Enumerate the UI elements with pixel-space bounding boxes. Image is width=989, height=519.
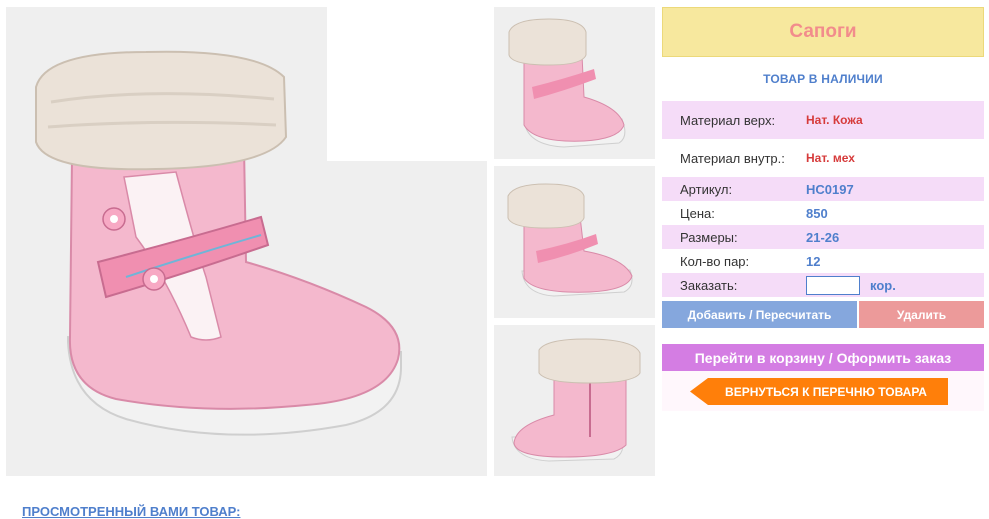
quantity-input[interactable] [806, 275, 860, 295]
thumbnail-2[interactable] [494, 166, 655, 318]
spec-value: 21-26 [806, 229, 840, 245]
spec-row-article: Артикул: HC0197 [662, 177, 984, 201]
spec-value: HC0197 [806, 181, 854, 197]
delete-button[interactable]: Удалить [859, 301, 984, 328]
spec-value: 12 [806, 253, 821, 269]
spec-label: Размеры: [680, 229, 738, 245]
order-label: Заказать: [680, 277, 738, 293]
main-product-photo[interactable] [6, 7, 487, 476]
spec-row-price: Цена: 850 [662, 201, 984, 225]
back-to-list-button[interactable]: ВЕРНУТЬСЯ К ПЕРЕЧНЮ ТОВАРА [690, 378, 948, 405]
thumbnail-1[interactable] [494, 7, 655, 159]
spec-label: Материал внутр.: [680, 150, 785, 166]
order-row: Заказать: кор. [662, 273, 984, 297]
back-button-label: ВЕРНУТЬСЯ К ПЕРЕЧНЮ ТОВАРА [725, 384, 927, 399]
spec-row-sizes: Размеры: 21-26 [662, 225, 984, 249]
stock-status: ТОВАР В НАЛИЧИИ [763, 72, 883, 86]
boot-thumbnail-image [511, 338, 641, 462]
add-recalculate-button[interactable]: Добавить / Пересчитать [662, 301, 857, 328]
spec-row-material-top: Материал верх: Нат. Кожа [662, 101, 984, 139]
spec-value: Нат. Кожа [806, 113, 863, 127]
product-title: Сапоги [662, 7, 984, 57]
thumbnail-3[interactable] [494, 325, 655, 476]
order-unit: кор. [870, 277, 896, 293]
go-to-cart-button[interactable]: Перейти в корзину / Оформить заказ [662, 344, 984, 371]
spec-value: Нат. мех [806, 151, 855, 165]
boot-thumbnail-image [507, 183, 633, 297]
spec-value: 850 [806, 205, 828, 221]
spec-row-material-inner: Материал внутр.: Нат. мех [662, 139, 984, 177]
spec-row-pairs: Кол-во пар: 12 [662, 249, 984, 273]
photo-notch [327, 7, 487, 161]
boot-thumbnail-image [508, 18, 626, 148]
back-button-area: ВЕРНУТЬСЯ К ПЕРЕЧНЮ ТОВАРА [662, 371, 984, 411]
order-buttons: Добавить / Пересчитать Удалить [662, 301, 984, 328]
product-info-panel: Сапоги ТОВАР В НАЛИЧИИ Материал верх: На… [662, 7, 984, 411]
spec-label: Материал верх: [680, 112, 776, 128]
spec-label: Артикул: [680, 181, 733, 197]
spec-label: Кол-во пар: [680, 253, 750, 269]
recently-viewed-heading: ПРОСМОТРЕННЫЙ ВАМИ ТОВАР: [22, 504, 241, 519]
spec-label: Цена: [680, 205, 715, 221]
